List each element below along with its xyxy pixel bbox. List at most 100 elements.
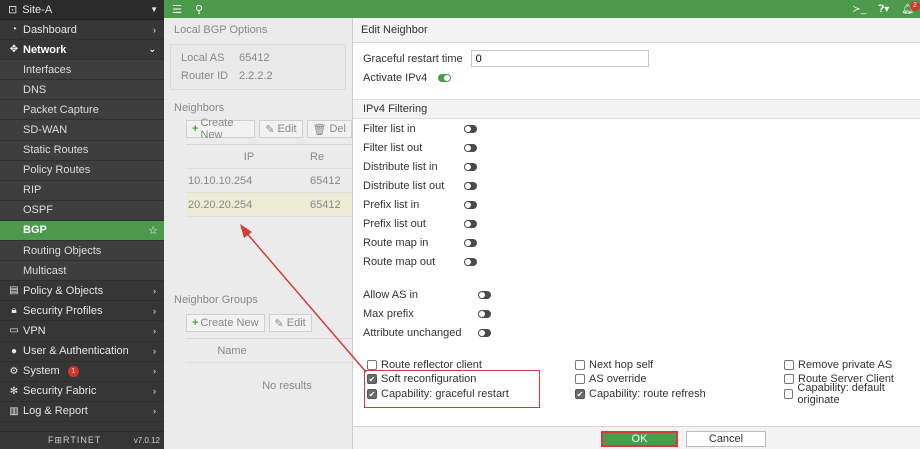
- create-new-group-button[interactable]: + Create New: [186, 314, 265, 332]
- prefix-list-in-toggle[interactable]: [464, 201, 477, 209]
- capability-default-originate-checkbox[interactable]: Capability: default originate: [784, 382, 920, 406]
- nav-interfaces[interactable]: Interfaces: [0, 60, 164, 81]
- route-map-out-row: Route map out: [363, 253, 477, 271]
- graceful-restart-row: Graceful restart time: [353, 49, 920, 68]
- nav-security-profiles[interactable]: 🔒︎ Security Profiles ›: [0, 301, 164, 322]
- distribute-list-in-toggle[interactable]: [464, 163, 477, 171]
- version: v7.0.12: [133, 436, 160, 445]
- delete-button[interactable]: 🗑︎ Del: [306, 120, 352, 138]
- route-map-in-row: Route map in: [363, 234, 477, 252]
- filter-list-in-toggle[interactable]: [464, 125, 477, 133]
- cli-icon[interactable]: ≻_: [852, 4, 866, 15]
- nav-policy-routes[interactable]: Policy Routes: [0, 160, 164, 181]
- nav-static-routes[interactable]: Static Routes: [0, 140, 164, 161]
- graceful-restart-input[interactable]: [470, 50, 649, 67]
- pencil-icon: ✎: [265, 123, 275, 136]
- no-results: No results: [262, 380, 312, 392]
- nav-log-report[interactable]: ▥ Log & Report ›: [0, 402, 164, 422]
- col-re[interactable]: Re: [310, 151, 324, 163]
- prefix-list-in-row: Prefix list in: [363, 196, 477, 214]
- help-icon[interactable]: ❓︎▾: [878, 4, 889, 15]
- local-bgp-title: Local BGP Options: [174, 24, 268, 36]
- nav-security-fabric[interactable]: ✻ Security Fabric ›: [0, 382, 164, 402]
- device-icon: ⊡: [8, 4, 18, 16]
- star-icon[interactable]: ☆: [148, 224, 158, 237]
- chevron-right-icon: ›: [153, 24, 156, 35]
- chevron-right-icon: ›: [153, 366, 156, 377]
- edit-button[interactable]: ✎ Edit: [259, 120, 303, 138]
- next-hop-self-checkbox[interactable]: Next hop self: [575, 358, 653, 372]
- trash-icon: 🗑︎: [312, 123, 327, 136]
- bell-icon[interactable]: 🔔︎ 2: [901, 0, 920, 15]
- max-prefix-toggle[interactable]: [478, 310, 491, 318]
- device-name: Site-A: [22, 3, 53, 16]
- dashboard-icon: ◔: [10, 24, 18, 36]
- distribute-list-in-row: Distribute list in: [363, 158, 477, 176]
- nav-system[interactable]: ⚙ System 1 ›: [0, 362, 164, 382]
- chevron-right-icon: ›: [153, 346, 156, 357]
- max-prefix-row: Max prefix: [363, 305, 491, 323]
- groups-table: Name No results: [186, 338, 352, 409]
- filter-list-out-toggle[interactable]: [464, 144, 477, 152]
- menu-icon[interactable]: ☰: [168, 3, 186, 16]
- chevron-right-icon: ›: [153, 386, 156, 397]
- edit-group-button[interactable]: ✎ Edit: [268, 314, 312, 332]
- fabric-icon: ✻: [9, 385, 19, 397]
- neighbor-groups-title: Neighbor Groups: [174, 294, 258, 306]
- attribute-unchanged-toggle[interactable]: [478, 329, 491, 337]
- nav-multicast[interactable]: Multicast: [0, 261, 164, 282]
- nav-sd-wan[interactable]: SD-WAN: [0, 120, 164, 141]
- pencil-icon: ✎: [274, 317, 284, 330]
- check-icon: ✔: [367, 389, 377, 399]
- chevron-down-icon: ⌄: [148, 44, 156, 55]
- nav-dashboard[interactable]: ◔ Dashboard ›: [0, 20, 164, 41]
- create-new-button[interactable]: + Create New: [186, 117, 256, 141]
- remove-private-as-checkbox[interactable]: Remove private AS: [784, 358, 892, 372]
- filter-list-out-row: Filter list out: [363, 139, 477, 157]
- device-selector[interactable]: ⊡ Site-A ▼: [0, 0, 164, 20]
- user-icon: ●: [10, 345, 18, 357]
- nav-packet-capture[interactable]: Packet Capture: [0, 100, 164, 121]
- chevron-down-icon: ▼: [150, 5, 158, 14]
- prefix-list-out-toggle[interactable]: [464, 220, 477, 228]
- search-icon[interactable]: ⚲: [190, 3, 208, 16]
- capability-route-refresh-checkbox[interactable]: ✔ Capability: route refresh: [575, 387, 706, 401]
- nav-bgp[interactable]: BGP ☆: [0, 220, 164, 242]
- table-row[interactable]: 20.20.20.254 65412: [186, 193, 352, 217]
- nav-user-auth[interactable]: ● User & Authentication ›: [0, 342, 164, 362]
- nav-policy-objects[interactable]: ▤ Policy & Objects ›: [0, 281, 164, 302]
- topbar: ☰ ⚲ ≻_ ❓︎▾ 🔔︎ 2: [164, 0, 920, 18]
- capability-graceful-restart-checkbox[interactable]: ✔ Capability: graceful restart: [367, 387, 509, 401]
- plus-icon: +: [192, 317, 199, 329]
- as-override-checkbox[interactable]: AS override: [575, 372, 646, 386]
- nav-rip[interactable]: RIP: [0, 180, 164, 201]
- graceful-restart-label: Graceful restart time: [363, 52, 463, 65]
- route-map-in-toggle[interactable]: [464, 239, 477, 247]
- distribute-list-out-toggle[interactable]: [464, 182, 477, 190]
- cancel-button[interactable]: Cancel: [686, 431, 766, 447]
- router-id-label: Router ID: [181, 70, 229, 82]
- fortinet-logo: F⊞RTINET: [48, 435, 102, 445]
- table-row[interactable]: 10.10.10.254 65412: [186, 169, 352, 193]
- ok-button[interactable]: OK: [601, 431, 678, 447]
- nav-vpn[interactable]: ▭ VPN ›: [0, 321, 164, 342]
- sidebar: ⊡ Site-A ▼ ◔ Dashboard › ✥ Network ⌄ Interfa…: [0, 0, 164, 449]
- system-badge: 1: [67, 365, 79, 377]
- route-map-out-toggle[interactable]: [464, 258, 477, 266]
- activate-ipv4-toggle[interactable]: [438, 73, 452, 82]
- chevron-right-icon: ›: [153, 406, 156, 417]
- local-as-value: 65412: [239, 52, 270, 64]
- col-name[interactable]: Name: [186, 345, 276, 357]
- check-icon: ✔: [575, 389, 585, 399]
- col-ip[interactable]: IP: [186, 151, 310, 163]
- neighbors-table: IP Re 10.10.10.254 65412 20.20.20.254 65412: [186, 144, 352, 217]
- allow-as-in-toggle[interactable]: [478, 291, 491, 299]
- nav-dns[interactable]: DNS: [0, 80, 164, 101]
- nav-ospf[interactable]: OSPF: [0, 200, 164, 221]
- activate-ipv4-row: Activate IPv4: [353, 68, 920, 87]
- route-reflector-client-checkbox[interactable]: Route reflector client: [367, 358, 482, 372]
- nav-network[interactable]: ✥ Network ⌄: [0, 40, 164, 61]
- nav-routing-objects[interactable]: Routing Objects: [0, 241, 164, 262]
- soft-reconfiguration-checkbox[interactable]: ✔ Soft reconfiguration: [367, 372, 476, 386]
- edit-neighbor-panel: Edit Neighbor Graceful restart time Acti…: [352, 18, 920, 449]
